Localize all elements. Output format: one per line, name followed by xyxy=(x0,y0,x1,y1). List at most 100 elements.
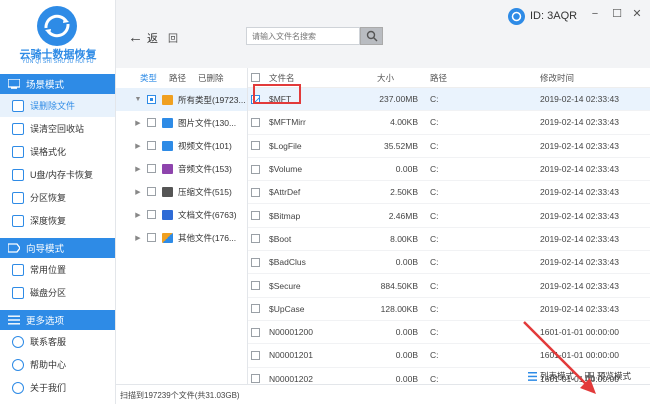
sidebar-item-about[interactable]: 关于我们 xyxy=(0,376,115,399)
tree-checkbox[interactable] xyxy=(147,118,156,127)
file-size: 0.00B xyxy=(395,373,418,384)
row-checkbox[interactable] xyxy=(250,117,260,127)
file-size: 128.00KB xyxy=(380,303,418,314)
file-modified: 2019-02-14 02:33:43 xyxy=(540,94,619,105)
file-name: $BadClus xyxy=(269,257,306,268)
tree-row-documents[interactable]: ▶ 文档文件(6763) xyxy=(116,203,247,226)
tree-checkbox[interactable] xyxy=(147,187,156,196)
table-row[interactable]: $MFTMirr 4.00KB C: 2019-02-14 02:33:43 xyxy=(248,111,650,135)
search-field[interactable] xyxy=(246,27,360,45)
tab-type[interactable]: 类型 xyxy=(140,72,157,84)
table-row[interactable]: $UpCase 128.00KB C: 2019-02-14 02:33:43 xyxy=(248,298,650,321)
maximize-button[interactable]: ☐ xyxy=(610,7,624,21)
tree-checkbox[interactable] xyxy=(147,210,156,219)
file-size: 237.00MB xyxy=(379,94,418,105)
tree-row-archives[interactable]: ▶ 压缩文件(515) xyxy=(116,180,247,203)
tree-row-all-types[interactable]: ▼ 所有类型(19723... xyxy=(116,88,247,111)
table-row[interactable]: $AttrDef 2.50KB C: 2019-02-14 02:33:43 xyxy=(248,181,650,205)
list-mode-button[interactable]: 列表模式 xyxy=(528,370,574,382)
expand-right-icon[interactable]: ▶ xyxy=(134,234,142,242)
archive-file-icon xyxy=(162,186,173,197)
file-size: 0.00B xyxy=(395,164,418,175)
sidebar-item-help-center[interactable]: 帮助中心 xyxy=(0,353,115,376)
preview-mode-button[interactable]: 预览模式 xyxy=(584,370,631,382)
sidebar-item-deleted-files[interactable]: 误删除文件 xyxy=(0,94,115,117)
row-checkbox[interactable] xyxy=(250,187,260,197)
search-input[interactable] xyxy=(247,28,359,44)
table-row[interactable]: $Volume 0.00B C: 2019-02-14 02:33:43 xyxy=(248,158,650,182)
row-checkbox[interactable] xyxy=(250,304,260,314)
expand-down-icon[interactable]: ▼ xyxy=(134,96,142,103)
audio-file-icon xyxy=(162,163,173,174)
format-icon xyxy=(12,145,24,158)
tree-checkbox[interactable] xyxy=(147,164,156,173)
expand-right-icon[interactable]: ▶ xyxy=(134,165,142,173)
table-row[interactable]: $BadClus 0.00B C: 2019-02-14 02:33:43 xyxy=(248,251,650,275)
tree-checkbox[interactable] xyxy=(147,141,156,150)
file-path: C: xyxy=(430,140,439,151)
row-checkbox[interactable] xyxy=(250,327,260,337)
select-all-checkbox[interactable] xyxy=(250,73,260,82)
column-path[interactable]: 路径 xyxy=(424,72,538,84)
table-row[interactable]: N00001200 0.00B C: 1601-01-01 00:00:00 xyxy=(248,321,650,345)
close-button[interactable]: ✕ xyxy=(630,7,644,21)
sidebar-item-deep-recovery[interactable]: 深度恢复 xyxy=(0,209,115,232)
sidebar-item-format[interactable]: 误格式化 xyxy=(0,140,115,163)
expand-right-icon[interactable]: ▶ xyxy=(134,142,142,150)
tree-row-audio[interactable]: ▶ 音频文件(153) xyxy=(116,157,247,180)
file-size: 0.00B xyxy=(395,350,418,361)
table-row[interactable]: $Boot 8.00KB C: 2019-02-14 02:33:43 xyxy=(248,228,650,252)
disk-icon xyxy=(12,286,24,299)
row-checkbox[interactable] xyxy=(250,257,260,267)
tab-path[interactable]: 路径 xyxy=(169,72,186,84)
row-checkbox[interactable] xyxy=(250,374,260,384)
sidebar-item-common-locations[interactable]: 常用位置 xyxy=(0,258,115,281)
list-body: $MFT 237.00MB C: 2019-02-14 02:33:43 $MFTMir… xyxy=(248,88,650,404)
deleted-files-icon xyxy=(12,99,24,112)
expand-right-icon[interactable]: ▶ xyxy=(134,188,142,196)
minimize-button[interactable]: − xyxy=(588,7,602,21)
expand-right-icon[interactable]: ▶ xyxy=(134,211,142,219)
row-checkbox[interactable] xyxy=(250,281,260,291)
video-file-icon xyxy=(162,140,173,151)
row-checkbox[interactable] xyxy=(250,234,260,244)
sidebar-item-disk-partition[interactable]: 磁盘分区 xyxy=(0,281,115,304)
tree-row-videos[interactable]: ▶ 视频文件(101) xyxy=(116,134,247,157)
tab-deleted[interactable]: 已删除 xyxy=(198,72,224,84)
sidebar-item-contact-support[interactable]: 联系客服 xyxy=(0,330,115,353)
top-bar: ← 返 回 ID: 3AQR − ☐ ✕ xyxy=(116,0,650,68)
recycle-bin-icon xyxy=(12,122,24,135)
tree-row-others[interactable]: ▶ 其他文件(176... xyxy=(116,226,247,249)
table-row[interactable]: N00001201 0.00B C: 1601-01-01 00:00:00 xyxy=(248,344,650,368)
table-row[interactable]: $LogFile 35.52MB C: 2019-02-14 02:33:43 xyxy=(248,135,650,158)
file-name: $MFTMirr xyxy=(269,117,306,128)
row-checkbox[interactable] xyxy=(250,141,260,151)
row-checkbox[interactable] xyxy=(250,94,260,104)
table-row[interactable]: $Bitmap 2.46MB C: 2019-02-14 02:33:43 xyxy=(248,204,650,228)
user-id-icon[interactable] xyxy=(508,8,525,25)
home-button[interactable]: 回 xyxy=(168,30,178,45)
row-checkbox[interactable] xyxy=(250,350,260,360)
back-button[interactable]: ← 返 xyxy=(128,29,158,46)
search-button[interactable] xyxy=(360,27,383,45)
sidebar-item-partition-recovery[interactable]: 分区恢复 xyxy=(0,186,115,209)
tree-row-images[interactable]: ▶ 图片文件(130... xyxy=(116,111,247,134)
table-row[interactable]: $Secure 884.50KB C: 2019-02-14 02:33:43 xyxy=(248,274,650,298)
row-checkbox[interactable] xyxy=(250,164,260,174)
tree-checkbox[interactable] xyxy=(147,95,156,104)
file-modified: 2019-02-14 02:33:43 xyxy=(540,280,619,291)
column-modified[interactable]: 修改时间 xyxy=(538,72,648,84)
tree-tabs: 类型 路径 已删除 xyxy=(116,68,247,88)
deep-recovery-icon xyxy=(12,214,24,227)
sidebar-item-usb-card[interactable]: U盘/内存卡恢复 xyxy=(0,163,115,186)
expand-right-icon[interactable]: ▶ xyxy=(134,119,142,127)
logo: 云骑士数据恢复 YUN QI SHI SHU JU HUI FU xyxy=(0,0,115,72)
row-checkbox[interactable] xyxy=(250,211,260,221)
tree-checkbox[interactable] xyxy=(147,233,156,242)
column-size[interactable]: 大小 xyxy=(374,72,424,84)
column-name[interactable]: 文件名 xyxy=(268,72,374,84)
sidebar-item-recycle-bin[interactable]: 误清空回收站 xyxy=(0,117,115,140)
table-row[interactable]: $MFT 237.00MB C: 2019-02-14 02:33:43 xyxy=(248,88,650,112)
file-name: N00001202 xyxy=(269,373,313,384)
file-size: 884.50KB xyxy=(380,280,418,291)
